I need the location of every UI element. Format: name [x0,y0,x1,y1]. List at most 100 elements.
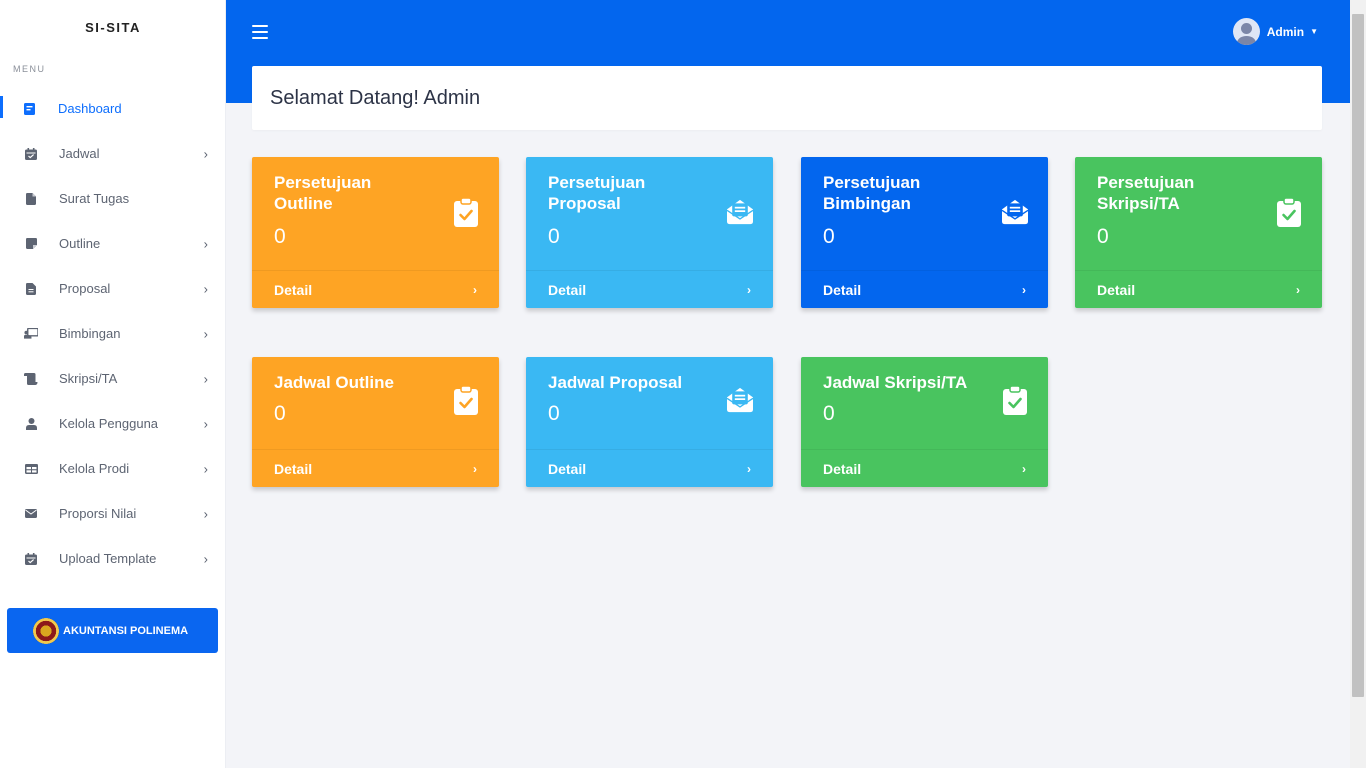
sidebar-item-label: Proporsi Nilai [59,506,137,521]
detail-link[interactable]: Detail › [252,449,499,487]
sidebar-item-label: Outline [59,236,101,251]
card-title: Jadwal Skripsi/TA [823,373,968,392]
envelope-open-text-icon [727,197,753,227]
chevron-right-icon: › [203,461,208,476]
chevron-right-icon: › [203,551,208,566]
file-icon [24,192,38,206]
card-jadwal-skripsi-ta: Jadwal Skripsi/TA 0 Detail › [801,357,1048,487]
chalkboard-icon [24,327,38,341]
detail-link[interactable]: Detail › [801,270,1048,308]
sidebar-item-outline[interactable]: Outline › [0,221,226,266]
card-persetujuan-bimbingan: Persetujuan Bimbingan 0 Detail › [801,157,1048,308]
chevron-right-icon: › [203,326,208,341]
sidebar-item-kelola-prodi[interactable]: Kelola Prodi › [0,446,226,491]
card-count: 0 [274,225,286,248]
envelope-open-text-icon [1002,197,1028,227]
card-jadwal-proposal: Jadwal Proposal 0 Detail › [526,357,773,487]
user-menu-dropdown[interactable]: Admin ▼ [1232,18,1318,45]
document-icon [24,282,38,296]
sidebar-item-label: Skripsi/TA [59,371,118,386]
chevron-right-icon: › [203,506,208,521]
sidebar-item-proporsi-nilai[interactable]: Proporsi Nilai › [0,491,226,536]
sidebar-item-kelola-pengguna[interactable]: Kelola Pengguna › [0,401,226,446]
envelope-icon [24,507,38,521]
card-title: Persetujuan Bimbingan [823,173,921,213]
sidebar-item-surat-tugas[interactable]: Surat Tugas [0,176,226,221]
table-icon [24,462,38,476]
clipboard-check-icon [1002,385,1028,415]
app-brand: SI-SITA [85,20,141,35]
detail-label: Detail [823,281,862,298]
sidebar-item-upload-template[interactable]: Upload Template › [0,536,226,581]
card-title: Persetujuan Proposal [548,173,646,213]
chevron-right-icon: › [1022,282,1026,297]
scrollbar-thumb[interactable] [1352,14,1364,697]
sidebar-item-dashboard[interactable]: Dashboard [0,86,226,131]
sidebar-item-skripsi-ta[interactable]: Skripsi/TA › [0,356,226,401]
card-count: 0 [823,402,835,425]
card-count: 0 [823,225,835,248]
card-persetujuan-outline: Persetujuan Outline 0 Detail › [252,157,499,308]
detail-link[interactable]: Detail › [801,449,1048,487]
detail-link[interactable]: Detail › [252,270,499,308]
detail-link[interactable]: Detail › [1075,270,1322,308]
detail-label: Detail [274,281,313,298]
detail-link[interactable]: Detail › [526,270,773,308]
org-badge-button[interactable]: AKUNTANSI POLINEMA [7,608,218,653]
chevron-right-icon: › [203,371,208,386]
sidebar-item-label: Surat Tugas [59,191,130,206]
sidebar-item-label: Kelola Pengguna [59,416,159,431]
user-name: Admin [1266,24,1305,39]
scroll-icon [24,372,38,386]
clipboard-check-icon [453,197,479,227]
sidebar-item-label: Kelola Prodi [59,461,130,476]
sidebar: SI-SITA MENU Dashboard Jadwal › Surat Tu… [0,0,226,768]
card-jadwal-outline: Jadwal Outline 0 Detail › [252,357,499,487]
menu-toggle-icon[interactable] [252,25,268,39]
card-count: 0 [548,402,560,425]
note-icon [24,237,38,251]
page-scrollbar[interactable] [1350,0,1366,768]
chevron-right-icon: › [747,282,751,297]
chevron-right-icon: › [747,461,751,476]
sidebar-nav: Dashboard Jadwal › Surat Tugas Outline › [0,86,226,581]
sidebar-item-label: Proposal [59,281,111,296]
card-count: 0 [1097,225,1109,248]
detail-link[interactable]: Detail › [526,449,773,487]
sidebar-item-label: Dashboard [58,101,122,116]
envelope-open-text-icon [727,385,753,415]
org-badge-label: AKUNTANSI POLINEMA [63,624,189,637]
card-title: Jadwal Proposal [548,373,683,392]
sidebar-item-label: Bimbingan [59,326,121,341]
sidebar-item-label: Upload Template [59,551,157,566]
chevron-right-icon: › [1022,461,1026,476]
calendar-icon [24,147,38,161]
chevron-right-icon: › [203,281,208,296]
sidebar-item-bimbingan[interactable]: Bimbingan › [0,311,226,356]
calendar-check-icon [24,552,38,566]
sidebar-item-jadwal[interactable]: Jadwal › [0,131,226,176]
polinema-logo-icon [33,617,59,644]
card-title: Persetujuan Outline [274,173,372,213]
detail-label: Detail [548,460,587,477]
chevron-right-icon: › [203,146,208,161]
sidebar-item-label: Jadwal [59,146,100,161]
detail-label: Detail [274,460,313,477]
card-title: Jadwal Outline [274,373,394,392]
avatar [1232,18,1260,45]
chevron-right-icon: › [473,282,477,297]
card-count: 0 [274,402,286,425]
user-icon [24,417,38,431]
chevron-right-icon: › [203,416,208,431]
detail-label: Detail [548,281,587,298]
sidebar-item-proposal[interactable]: Proposal › [0,266,226,311]
dashboard-icon [22,102,36,116]
chevron-right-icon: › [203,236,208,251]
chevron-right-icon: › [473,461,477,476]
card-persetujuan-proposal: Persetujuan Proposal 0 Detail › [526,157,773,308]
clipboard-check-icon [453,385,479,415]
chevron-right-icon: › [1296,282,1300,297]
card-title: Persetujuan Skripsi/TA [1097,173,1195,213]
page-title: Selamat Datang! Admin [270,86,481,109]
card-count: 0 [548,225,560,248]
